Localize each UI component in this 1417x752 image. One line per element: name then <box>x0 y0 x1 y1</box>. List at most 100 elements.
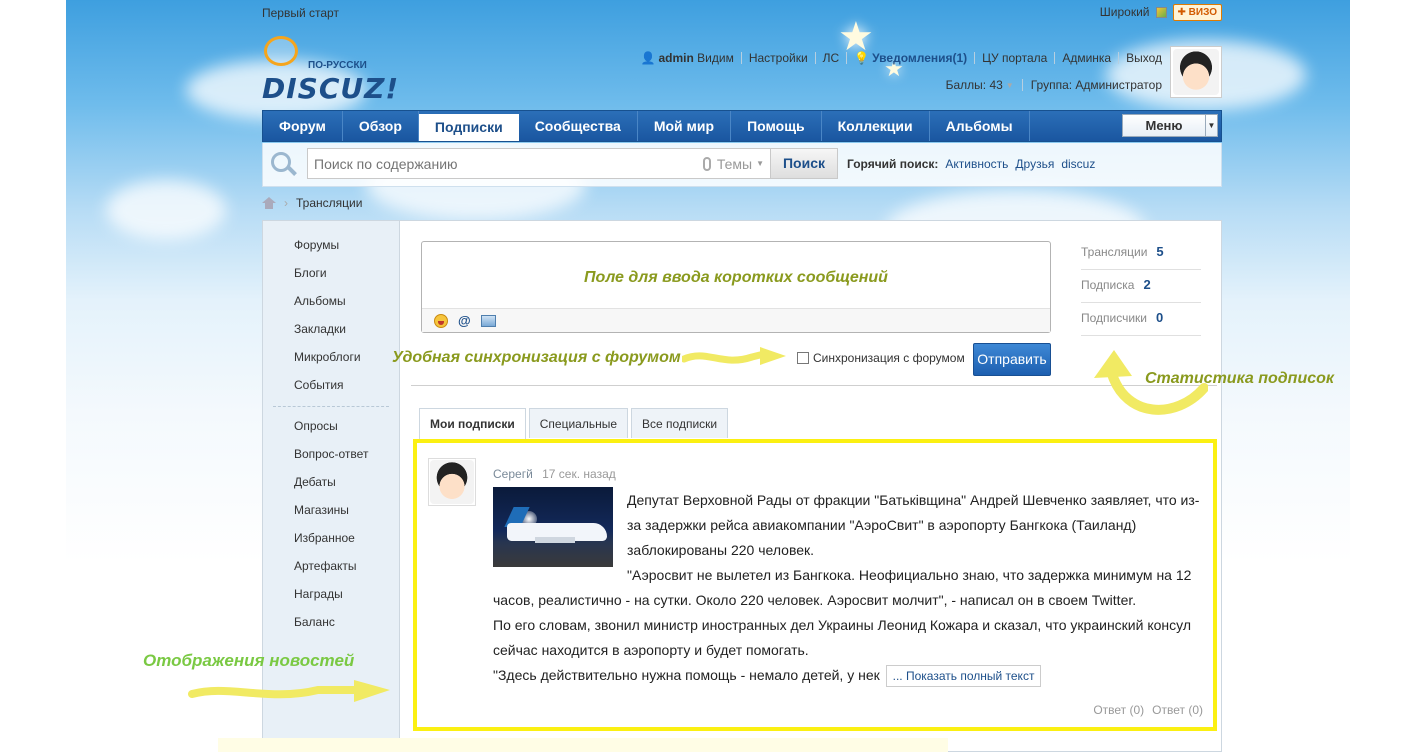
sidebar-item-microblogs[interactable]: Микроблоги <box>263 343 399 371</box>
mention-icon[interactable]: @ <box>458 313 471 328</box>
post-line: Депутат Верховной Рады от фракции "Батьк… <box>627 492 1200 508</box>
nav-item-my-world[interactable]: Мой мир <box>638 111 732 141</box>
sync-label: Синхронизация с форумом <box>813 351 965 365</box>
layout-icon[interactable] <box>1155 6 1167 18</box>
main-panel: Форумы Блоги Альбомы Закладки Микроблоги… <box>262 220 1222 752</box>
chevron-right-icon: › <box>284 196 288 210</box>
search-input[interactable] <box>308 149 703 178</box>
menu-button[interactable]: Меню ▼ <box>1122 114 1218 137</box>
settings-link[interactable]: Настройки <box>749 51 808 65</box>
reply-link[interactable]: Ответ (0) <box>1093 703 1144 717</box>
sidebar: Форумы Блоги Альбомы Закладки Микроблоги… <box>263 221 400 752</box>
username-link[interactable]: admin <box>658 51 693 65</box>
sidebar-item-favorites[interactable]: Избранное <box>263 524 399 552</box>
message-composer[interactable]: Поле для ввода коротких сообщений @ <box>421 241 1051 333</box>
sidebar-item-artifacts[interactable]: Артефакты <box>263 552 399 580</box>
points-link[interactable]: Баллы: 43 <box>946 78 1003 92</box>
nav-item-collections[interactable]: Коллекции <box>822 111 930 141</box>
post-author[interactable]: Серегй <box>493 467 533 481</box>
chevron-down-icon[interactable]: ▼ <box>1006 81 1014 90</box>
stat-value: 2 <box>1143 277 1151 292</box>
sidebar-item-shops[interactable]: Магазины <box>263 496 399 524</box>
admin-link[interactable]: Админка <box>1062 51 1111 65</box>
subscription-stats: Трансляции 5 Подписка 2 Подписчики 0 <box>1081 237 1201 336</box>
post-line: "Здесь действительно нужна помощь - нема… <box>493 667 880 683</box>
post-time[interactable]: 17 сек. назад <box>542 467 616 481</box>
nav-item-forum[interactable]: Форум <box>263 111 343 141</box>
stat-row[interactable]: Подписка 2 <box>1081 270 1201 303</box>
sidebar-item-bookmarks[interactable]: Закладки <box>263 315 399 343</box>
sidebar-item-albums[interactable]: Альбомы <box>263 287 399 315</box>
composer-placeholder: Поле для ввода коротких сообщений <box>584 269 888 286</box>
stat-value: 5 <box>1156 244 1164 259</box>
vizo-label: ВИЗО <box>1188 6 1217 18</box>
annotation-arrow-icon <box>1094 350 1208 415</box>
avatar[interactable] <box>1170 46 1222 98</box>
logo-name: DISCUZ! <box>262 72 400 105</box>
smiley-icon[interactable] <box>434 313 448 328</box>
notifications-link[interactable]: Уведомления(1) <box>872 51 967 65</box>
nav-item-overview[interactable]: Обзор <box>343 111 419 141</box>
vizo-button[interactable]: ✚ ВИЗО <box>1172 3 1222 21</box>
post-line: По его словам, звонил министр иностранны… <box>493 617 1191 633</box>
search-field[interactable]: Темы▼ <box>307 148 771 179</box>
nav-item-help[interactable]: Помощь <box>731 111 822 141</box>
search-bar: Темы▼ Поиск Горячий поиск: Активность Др… <box>262 143 1222 187</box>
sidebar-item-blogs[interactable]: Блоги <box>263 259 399 287</box>
nav-item-subscriptions[interactable]: Подписки <box>418 114 519 141</box>
hot-search-link[interactable]: discuz <box>1061 157 1095 171</box>
tab-all-subscriptions[interactable]: Все подписки <box>631 408 729 438</box>
user-icon: 👤 <box>640 51 656 65</box>
hot-search-link[interactable]: Активность <box>945 157 1008 171</box>
image-icon[interactable] <box>480 314 496 327</box>
stat-row[interactable]: Трансляции 5 <box>1081 237 1201 270</box>
composer-toolbar: @ <box>422 308 1050 332</box>
send-button[interactable]: Отправить <box>973 343 1051 376</box>
sidebar-item-polls[interactable]: Опросы <box>263 412 399 440</box>
feed-tabs: Мои подписки Специальные Все подписки <box>419 408 729 439</box>
reply-link[interactable]: Ответ (0) <box>1152 703 1203 717</box>
show-full-text-button[interactable]: ... Показать полный текст <box>885 665 1042 687</box>
site-logo[interactable]: ПО-РУССКИ DISCUZ! <box>262 36 402 106</box>
search-button[interactable]: Поиск <box>771 148 838 179</box>
search-type-select[interactable]: Темы ▼ <box>717 156 764 172</box>
hot-search-link[interactable]: Друзья <box>1015 157 1054 171</box>
chevron-down-icon: ▼ <box>1205 115 1217 136</box>
nav-item-albums[interactable]: Альбомы <box>930 111 1030 141</box>
search-type-label: Темы <box>716 155 753 172</box>
tab-my-subscriptions[interactable]: Мои подписки <box>419 408 526 439</box>
visibility-status[interactable]: Видим <box>697 51 734 65</box>
home-icon[interactable] <box>262 197 276 209</box>
post-line: за задержки рейса авиакомпании "АэроСвит… <box>627 517 1137 533</box>
post-meta: Серегй 17 сек. назад <box>493 467 616 481</box>
sync-option[interactable]: Синхронизация с форумом <box>797 351 965 365</box>
sidebar-item-forums[interactable]: Форумы <box>263 231 399 259</box>
tab-special[interactable]: Специальные <box>528 408 629 438</box>
sync-checkbox[interactable] <box>797 352 809 364</box>
stat-label: Трансляции <box>1081 245 1148 259</box>
logout-link[interactable]: Выход <box>1126 51 1162 65</box>
pm-link[interactable]: ЛС <box>823 51 840 65</box>
nav-item-communities[interactable]: Сообщества <box>519 111 638 141</box>
top-bar: Первый старт Широкий ✚ ВИЗО <box>262 0 1222 26</box>
bulb-icon: 💡 <box>854 51 870 65</box>
portal-cp-link[interactable]: ЦУ портала <box>982 51 1047 65</box>
sidebar-item-awards[interactable]: Награды <box>263 580 399 608</box>
breadcrumb-current[interactable]: Трансляции <box>296 196 362 210</box>
group-label: Группа: Администратор <box>1030 78 1162 92</box>
hot-search: Горячий поиск: Активность Друзья discuz <box>847 157 1095 171</box>
sidebar-item-balance[interactable]: Баланс <box>263 608 399 636</box>
next-post-stub <box>218 738 948 752</box>
stat-row[interactable]: Подписчики 0 <box>1081 303 1201 336</box>
sidebar-item-events[interactable]: События <box>263 371 399 399</box>
post-line: сейчас находится в аэропорту и будет пом… <box>493 642 809 658</box>
microphone-icon[interactable] <box>702 156 711 171</box>
first-start-link[interactable]: Первый старт <box>262 6 339 20</box>
stat-label: Подписка <box>1081 278 1135 292</box>
sidebar-item-qa[interactable]: Вопрос-ответ <box>263 440 399 468</box>
wide-layout-link[interactable]: Широкий <box>1100 3 1150 21</box>
sidebar-item-debates[interactable]: Дебаты <box>263 468 399 496</box>
avatar[interactable] <box>428 458 476 506</box>
chevron-down-icon: ▼ <box>756 159 764 168</box>
user-menu: 👤 admin Видим Настройки ЛС 💡 Уведомления… <box>641 49 1162 67</box>
